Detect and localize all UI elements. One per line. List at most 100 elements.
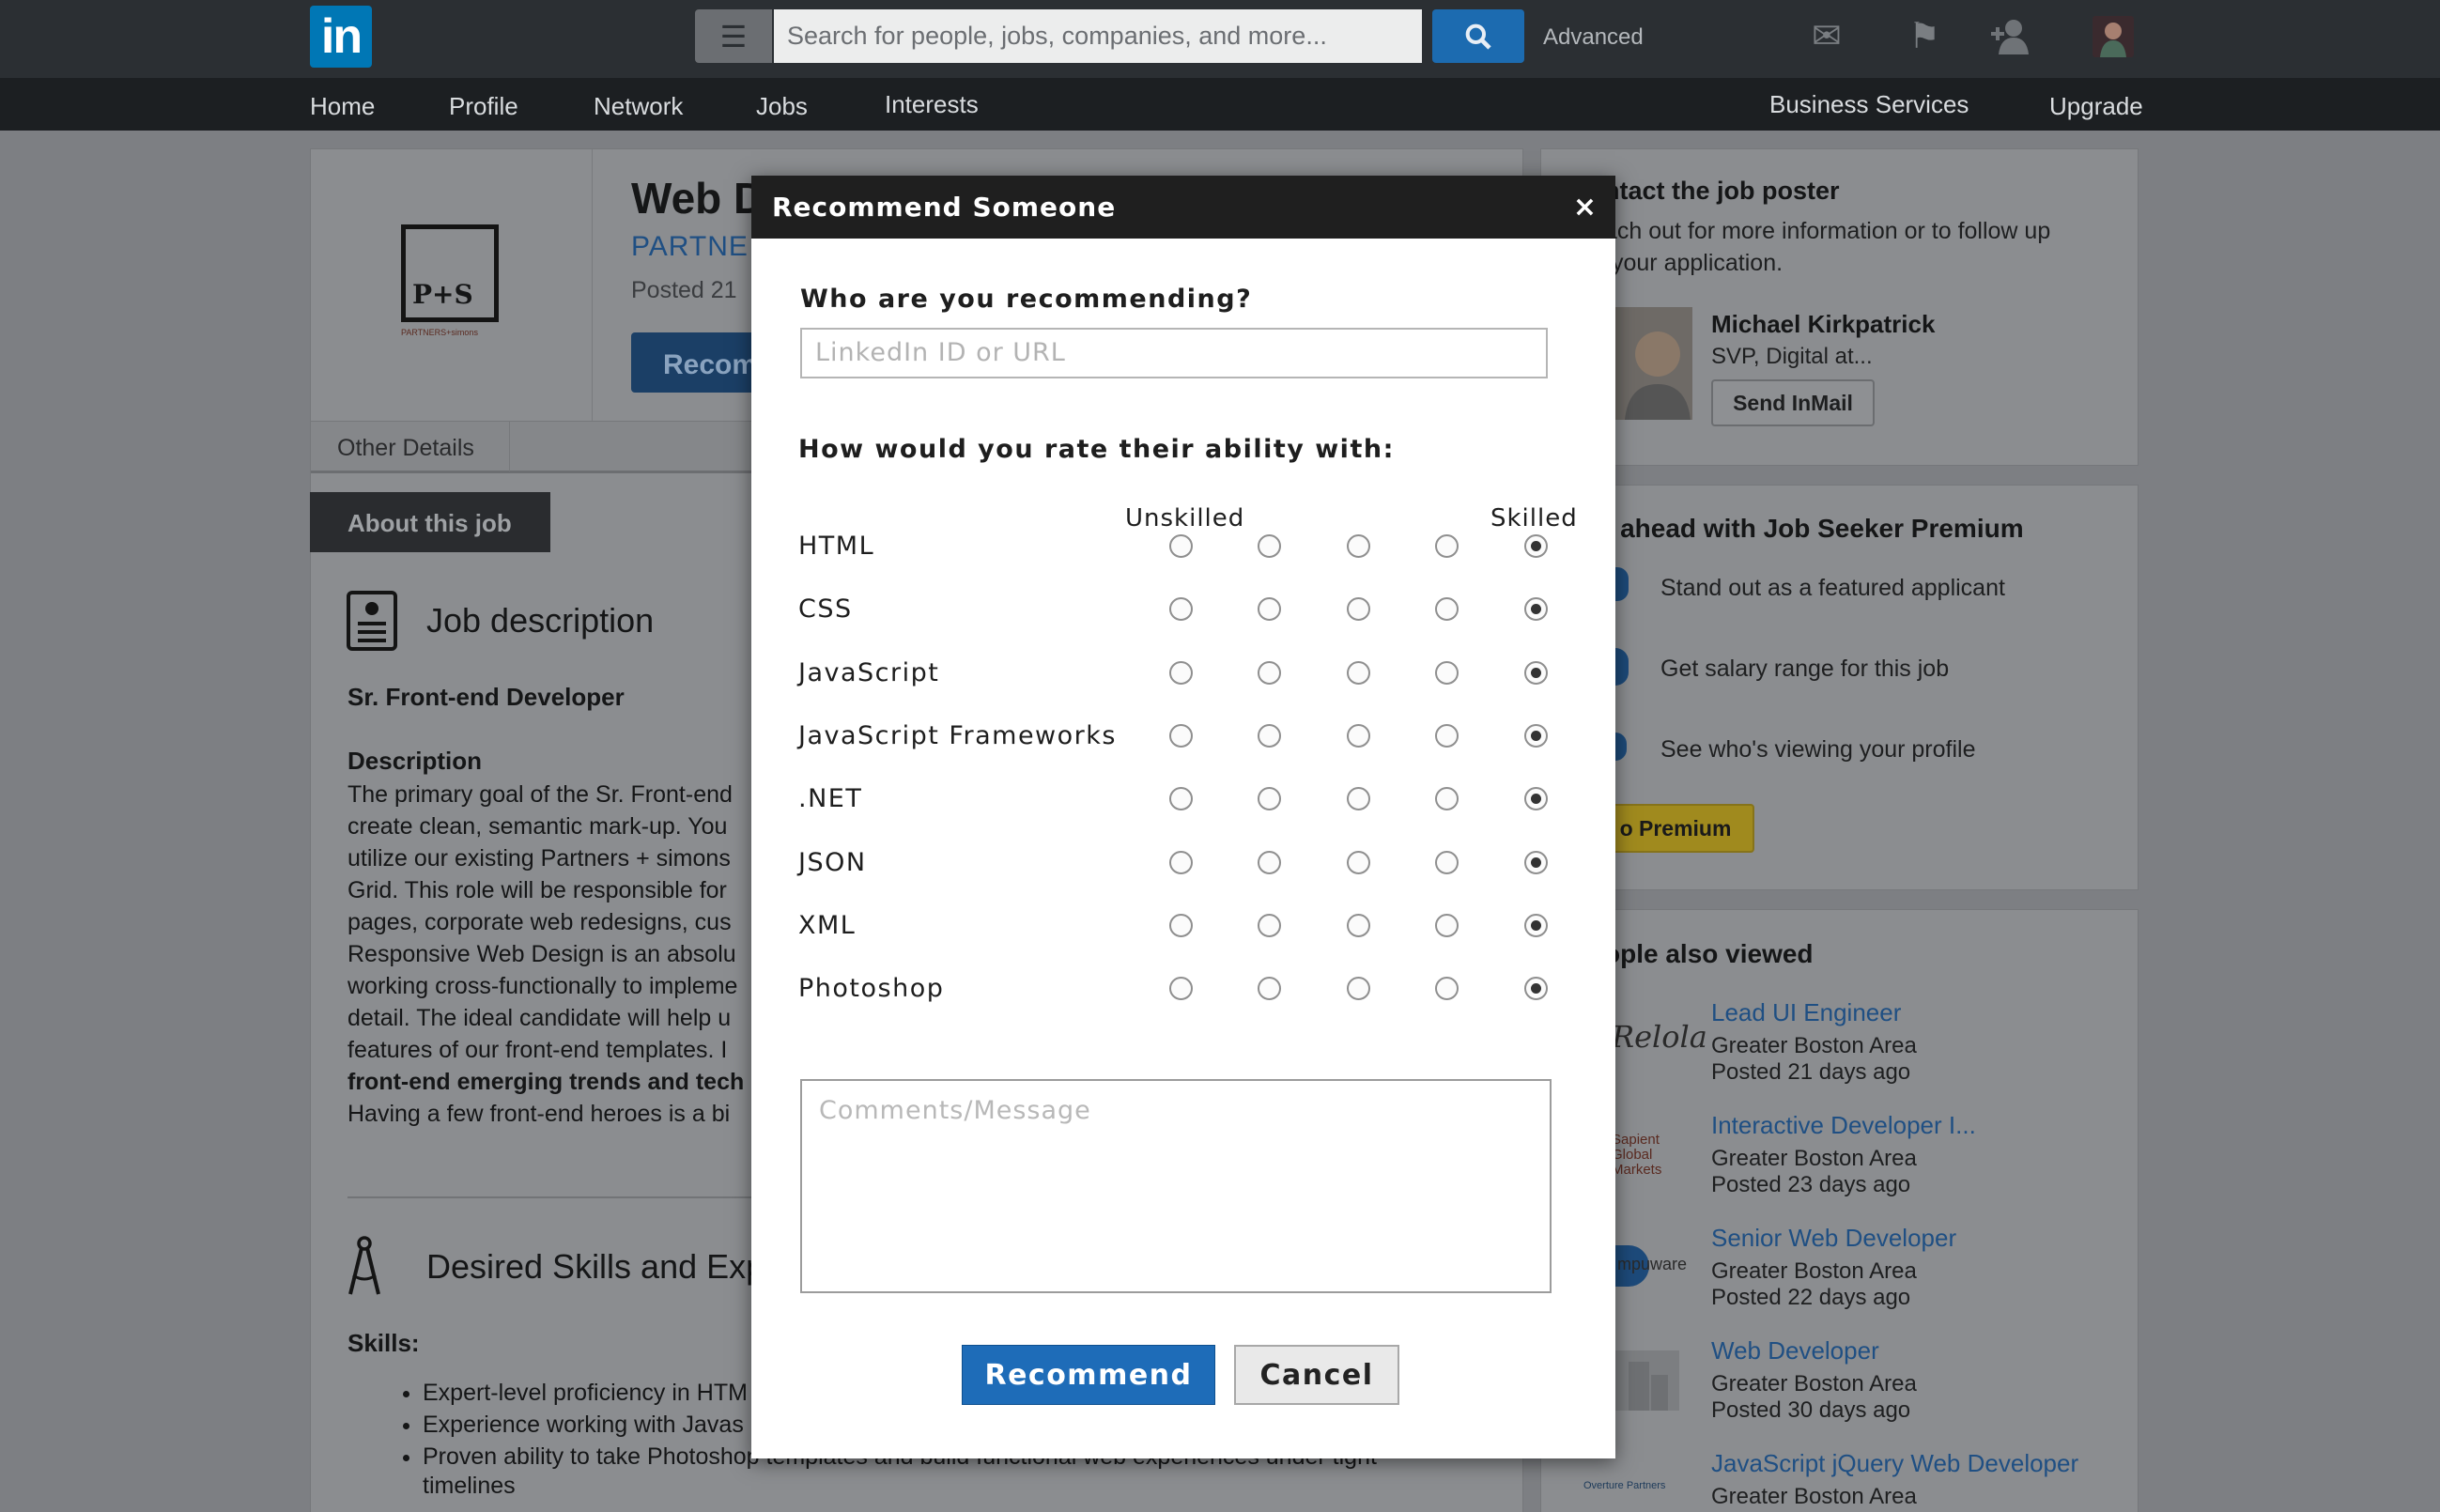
rating-radio[interactable] [1435,660,1459,685]
job-link-lead-ui-engineer[interactable]: Lead UI Engineer [1711,998,1901,1027]
skills-wrap-text: timelines [423,1473,516,1499]
nav-home[interactable]: Home [310,92,375,121]
job-location: Greater Boston Area [1711,1033,1917,1058]
job-link-javascript-jquery-web-developer[interactable]: JavaScript jQuery Web Developer [1711,1449,2078,1478]
rating-radio[interactable] [1435,597,1459,622]
poster-name[interactable]: Michael Kirkpatrick [1711,310,1935,339]
rating-radio[interactable] [1258,723,1281,748]
search-menu-icon[interactable]: ☰ [695,9,772,63]
contact-desc-2: your application. [1612,250,1784,276]
company-name-link[interactable]: PARTNE [631,231,749,263]
rating-radio[interactable] [1524,597,1548,622]
nav-jobs[interactable]: Jobs [756,92,808,121]
skill-label: Photoshop [798,974,945,1004]
comments-textarea[interactable]: Comments/Message [800,1079,1552,1293]
document-icon [346,590,398,656]
rating-radio[interactable] [1169,723,1193,748]
job-posted: Posted 23 days ago [1711,1172,1911,1197]
search-input[interactable]: Search for people, jobs, companies, and … [774,9,1422,63]
rating-radio[interactable] [1524,534,1548,558]
rating-radio[interactable] [1524,977,1548,1001]
rating-radio[interactable] [1169,787,1193,811]
premium-item-1: Stand out as a featured applicant [1660,575,2005,601]
job-link-senior-web-developer[interactable]: Senior Web Developer [1711,1224,1956,1253]
rating-radio[interactable] [1258,787,1281,811]
job-role: Sr. Front-end Developer [347,683,625,711]
job-title: Web D [631,174,765,223]
rate-label: How would you rate their ability with: [798,435,1395,464]
modal-title: Recommend Someone [751,176,1615,239]
rating-radio[interactable] [1524,660,1548,685]
rating-radio[interactable] [1169,660,1193,685]
rating-radio[interactable] [1347,850,1370,874]
rating-radio[interactable] [1258,913,1281,937]
rating-radio[interactable] [1435,977,1459,1001]
avatar[interactable] [2093,16,2134,57]
nav-interests[interactable]: Interests [885,90,979,119]
add-connection-icon[interactable] [1989,17,2034,59]
rating-radio[interactable] [1169,977,1193,1001]
rating-radio[interactable] [1169,850,1193,874]
nav-network[interactable]: Network [594,92,683,121]
rating-radio[interactable] [1524,787,1548,811]
premium-item-2: Get salary range for this job [1660,656,1950,682]
rating-radio[interactable] [1347,787,1370,811]
job-location: Greater Boston Area [1711,1258,1917,1284]
flag-icon[interactable]: ⚑ [1908,15,1940,57]
compass-icon [346,1236,383,1303]
job-link-interactive-developer[interactable]: Interactive Developer I... [1711,1111,1976,1140]
poster-photo[interactable] [1615,307,1692,420]
building-icon [1612,1350,1679,1411]
close-icon[interactable]: × [1573,176,1597,239]
cancel-button[interactable]: Cancel [1234,1345,1399,1405]
rating-radio[interactable] [1258,977,1281,1001]
also-viewed-title: ople also viewed [1604,939,1814,968]
job-link-web-developer[interactable]: Web Developer [1711,1336,1879,1365]
rating-radio[interactable] [1524,913,1548,937]
recommend-button[interactable]: Recommend [962,1345,1215,1405]
tab-about-this-job[interactable]: About this job [310,492,550,552]
skill-label: JavaScript [798,657,940,687]
section-divider [347,1196,751,1198]
rating-radio[interactable] [1347,597,1370,622]
company-logo-relola: Relola [1612,1019,1707,1055]
rating-radio[interactable] [1347,977,1370,1001]
nav-profile[interactable]: Profile [449,92,518,121]
rating-radio[interactable] [1524,850,1548,874]
recommendee-input[interactable]: LinkedIn ID or URL [800,328,1548,378]
job-recommend-button[interactable]: Recom [631,332,763,393]
rating-radio[interactable] [1435,787,1459,811]
premium-title: t ahead with Job Seeker Premium [1604,514,2024,543]
rating-radio[interactable] [1258,660,1281,685]
company-logo-compuware: mpuware [1617,1255,1688,1273]
rating-radio[interactable] [1435,534,1459,558]
rating-radio[interactable] [1347,723,1370,748]
premium-item-3: See who's viewing your profile [1660,736,1976,763]
rating-radio[interactable] [1169,534,1193,558]
send-inmail-button[interactable]: Send InMail [1711,379,1875,426]
job-posted: Posted 21 days ago [1711,1059,1911,1085]
rating-radio[interactable] [1435,723,1459,748]
advanced-search-link[interactable]: Advanced [1543,24,1644,51]
linkedin-logo[interactable]: in [310,6,372,68]
rating-radio[interactable] [1524,723,1548,748]
rating-radio[interactable] [1435,913,1459,937]
rating-radio[interactable] [1347,534,1370,558]
rating-radio[interactable] [1347,660,1370,685]
scale-low-label: Unskilled [1125,504,1245,532]
rating-radio[interactable] [1258,597,1281,622]
tab-other-details[interactable]: Other Details [311,422,510,471]
rating-radio[interactable] [1258,850,1281,874]
skill-label: JavaScript Frameworks [798,720,1117,750]
nav-business-services[interactable]: Business Services [1769,90,1969,119]
rating-radio[interactable] [1435,850,1459,874]
mail-icon[interactable]: ✉ [1812,15,1842,57]
nav-upgrade[interactable]: Upgrade [2049,92,2143,121]
rating-radio[interactable] [1169,913,1193,937]
go-premium-button[interactable]: o Premium [1597,804,1754,853]
rating-radio[interactable] [1347,913,1370,937]
search-button[interactable] [1432,9,1524,63]
rating-radio[interactable] [1258,534,1281,558]
skill-label: .NET [798,784,863,814]
rating-radio[interactable] [1169,597,1193,622]
